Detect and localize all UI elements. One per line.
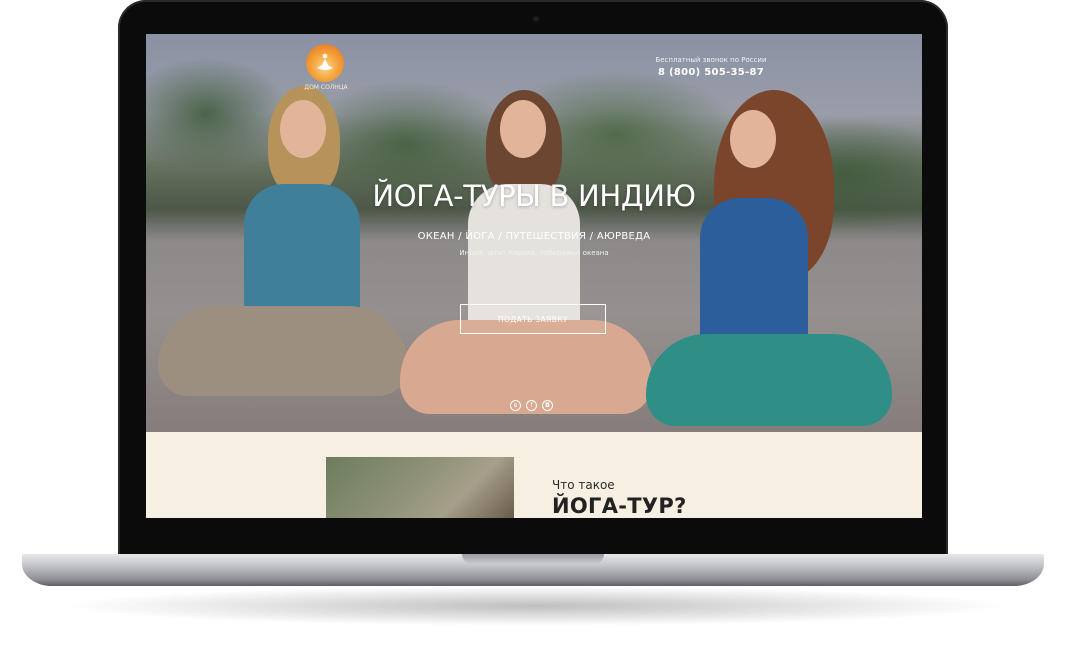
brand-logo-text: ДОМ СОЛНЦА — [304, 84, 348, 91]
about-image — [326, 457, 514, 518]
laptop-notch — [462, 554, 604, 564]
phone-number[interactable]: 8 (800) 505-35-87 — [646, 67, 776, 78]
vk-icon[interactable]: в — [510, 400, 521, 411]
lotus-icon — [317, 53, 333, 70]
hero-title: ЙОГА-ТУРЫ В ИНДИЮ — [372, 179, 696, 213]
hero: ДОМ СОЛНЦА Бесплатный звонок по России 8… — [146, 34, 922, 432]
about-title: ЙОГА-ТУР? — [552, 494, 687, 518]
instagram-icon[interactable]: ◘ — [542, 400, 553, 411]
apply-button[interactable]: ПОДАТЬ ЗАЯВКУ — [460, 304, 606, 334]
brand-logo[interactable] — [306, 44, 344, 82]
facebook-icon[interactable]: f — [526, 400, 537, 411]
camera — [532, 15, 540, 23]
screen: ДОМ СОЛНЦА Бесплатный звонок по России 8… — [146, 34, 922, 518]
hero-location: Индия, штат Керала, побережье океана — [459, 249, 609, 257]
about-section: Что такое ЙОГА-ТУР? — [146, 432, 922, 518]
phone-note: Бесплатный звонок по России — [655, 56, 767, 64]
social-links: в f ◘ — [510, 400, 553, 411]
laptop-shadow — [60, 586, 1010, 626]
hero-subtitle: ОКЕАН / ЙОГА / ПУТЕШЕСТВИЯ / АЮРВЕДА — [417, 231, 651, 242]
about-kicker: Что такое — [552, 478, 615, 492]
